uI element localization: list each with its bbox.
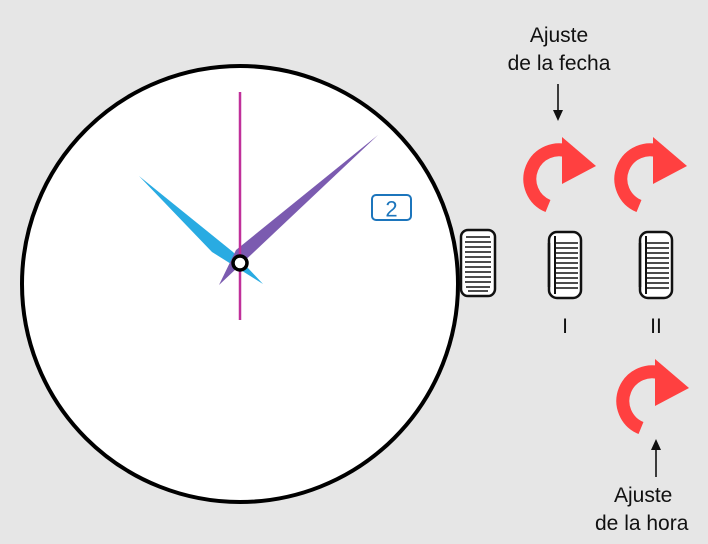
clockwise-rotation-arrow-icon xyxy=(530,137,596,206)
position-i-label: I xyxy=(562,315,568,338)
center-pin xyxy=(231,254,249,272)
crown-icon xyxy=(459,228,497,298)
crown-icon xyxy=(638,230,674,300)
time-adjust-label: Ajuste de la hora xyxy=(582,482,708,538)
date-window: 2 xyxy=(371,194,412,222)
date-adjust-label-line1: Ajuste xyxy=(529,24,589,47)
watch-setting-diagram: 2 Ajuste de la fecha I II Ajuste de la h… xyxy=(0,0,708,539)
date-pointer-arrow-icon xyxy=(553,84,563,121)
time-adjust-label-line1: Ajuste xyxy=(614,484,673,507)
date-adjust-label-line2: de la fecha xyxy=(507,52,611,75)
clockwise-rotation-arrow-icon xyxy=(621,137,687,206)
position-ii-label: II xyxy=(650,315,662,338)
time-adjust-label-line2: de la hora xyxy=(595,512,689,535)
clockwise-rotation-arrow-icon xyxy=(623,359,689,428)
diagram-canvas: 2 xyxy=(20,64,708,504)
time-pointer-arrow-icon xyxy=(651,439,661,477)
crown-icon xyxy=(547,230,583,300)
date-adjust-label: Ajuste de la fecha xyxy=(484,22,634,78)
date-value: 2 xyxy=(385,197,397,222)
